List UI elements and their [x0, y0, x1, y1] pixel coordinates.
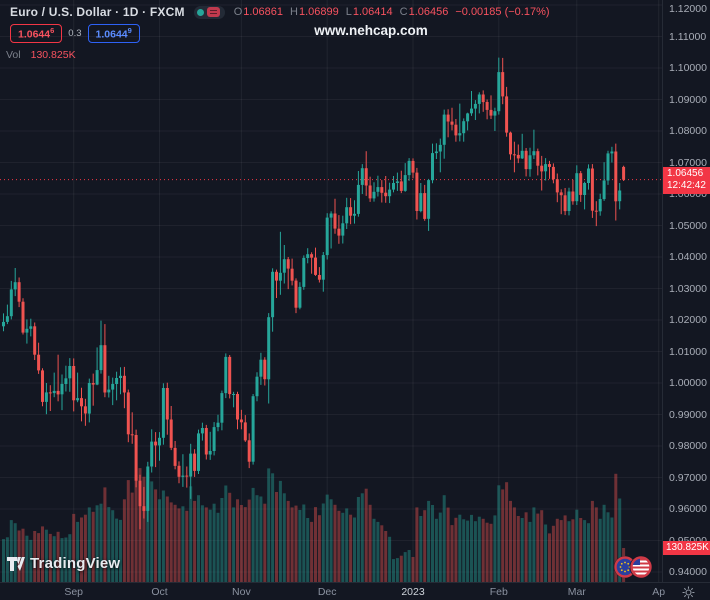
sell-bid-button[interactable]: 1.06446 — [10, 24, 63, 43]
time-axis[interactable]: Sep Oct Nov Dec 2023 Feb Mar Ap — [0, 582, 710, 600]
candlestick-chart[interactable] — [0, 0, 662, 582]
event-flags[interactable] — [610, 553, 656, 586]
chart-legend: Euro / U.S. Dollar · 1D · FXCM O 1.06861… — [6, 5, 550, 61]
time-axis-label: Ap — [652, 586, 666, 598]
time-axis-label: Nov — [232, 586, 251, 598]
current-price-badge[interactable]: 1.06456 12:42:42 — [663, 166, 710, 194]
open-label: O — [233, 6, 243, 18]
volume-indicator-label[interactable]: Vol — [6, 49, 21, 61]
price-axis-label: 1.02000 — [669, 314, 707, 326]
price-axis-label: 1.03000 — [669, 282, 707, 295]
close-label: C — [399, 6, 408, 18]
price-axis-label: 0.98000 — [669, 440, 707, 452]
low-value: 1.06414 — [352, 6, 393, 18]
current-volume-badge: 130.825K — [663, 540, 710, 555]
price-axis-label: 1.01000 — [669, 345, 707, 358]
time-axis-label: Oct — [151, 586, 168, 598]
price-axis-label: 1.08000 — [669, 125, 707, 137]
time-axis-label: Sep — [64, 586, 84, 598]
price-axis[interactable]: 1.06456 12:42:42 130.825K 1.12000 1.11000… — [662, 0, 710, 582]
symbol-title[interactable]: Euro / U.S. Dollar · 1D · FXCM — [10, 5, 185, 19]
current-price-value: 1.06456 — [667, 167, 704, 179]
grid-lines — [0, 0, 662, 582]
candlesticks — [2, 57, 626, 530]
high-value: 1.06899 — [298, 6, 339, 18]
price-axis-label: 0.94000 — [669, 566, 707, 578]
open-value: 1.06861 — [243, 6, 284, 18]
tradingview-logo[interactable]: TradingView — [7, 555, 120, 572]
us-flag-icon — [629, 555, 653, 579]
price-axis-label: 0.96000 — [669, 503, 707, 515]
tradingview-app: { "header": { "symbol_title": "Euro / U.… — [0, 0, 710, 600]
price-axis-label: 1.10000 — [669, 62, 707, 74]
visibility-toggle-icon — [196, 8, 204, 16]
visibility-toggle[interactable] — [193, 5, 225, 19]
low-label: L — [345, 6, 352, 18]
chart-canvas[interactable]: Euro / U.S. Dollar · 1D · FXCM O 1.06861… — [0, 0, 662, 582]
time-axis-label: 2023 — [401, 586, 425, 598]
change-value: −0.00185 (−0.17%) — [455, 6, 550, 18]
price-axis-label: 1.04000 — [669, 251, 707, 263]
source-menu-icon — [206, 7, 220, 17]
close-value: 1.06456 — [408, 6, 449, 18]
price-axis-label: 1.00000 — [669, 377, 707, 389]
price-axis-label: 1.11000 — [669, 30, 707, 43]
tradingview-logo-text: TradingView — [30, 555, 121, 572]
high-label: H — [290, 6, 298, 18]
spread-value: 0.3 — [68, 27, 82, 39]
price-axis-label: 0.97000 — [669, 471, 707, 484]
buy-ask-button[interactable]: 1.06449 — [87, 24, 140, 43]
price-axis-label: 1.09000 — [669, 93, 707, 106]
time-axis-label: Dec — [317, 586, 337, 598]
bar-countdown: 12:42:42 — [667, 180, 706, 192]
time-axis-label: Mar — [567, 586, 586, 598]
gear-icon[interactable] — [682, 586, 695, 599]
price-axis-label: 1.12000 — [669, 3, 707, 15]
volume-indicator-value: 130.825K — [30, 48, 76, 61]
ohlc-values: O 1.06861 H 1.06899 L 1.06414 C 1.06456 … — [234, 6, 550, 18]
time-axis-label: Feb — [489, 586, 508, 598]
price-axis-label: 0.99000 — [669, 408, 707, 421]
tradingview-logo-icon — [7, 556, 25, 571]
price-axis-label: 1.05000 — [669, 219, 707, 232]
